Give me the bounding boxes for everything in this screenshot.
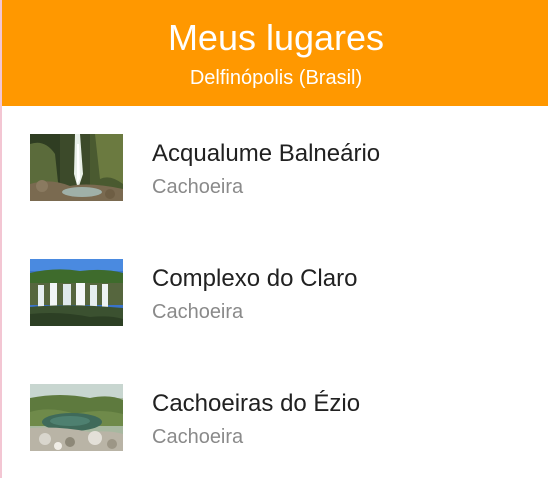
place-category: Cachoeira [152,301,244,323]
app-header: Meus lugares Delfinópolis (Brasil) [2,0,548,106]
page-title: Meus lugares [167,17,385,58]
location-subtitle: Delfinópolis (Brasil) [189,67,363,89]
app-screen: Meus lugares Delfinópolis (Brasil) Acqua… [0,0,548,478]
place-name: Cachoeiras do Ézio [152,390,361,417]
place-category: Cachoeira [152,426,244,448]
place-name: Complexo do Claro [152,265,358,292]
place-name: Acqualume Balneário [152,140,381,167]
list-item[interactable]: Acqualume Balneário Cachoeira [2,106,548,231]
waterfall-forest-photo [30,134,123,201]
place-category: Cachoeira [152,176,244,198]
list-item[interactable]: Cachoeiras do Ézio Cachoeira [2,356,548,478]
list-item[interactable]: Complexo do Claro Cachoeira [2,231,548,356]
places-list: Acqualume Balneário Cachoeira Complexo d… [2,106,548,478]
waterfall-wide-photo [30,259,123,326]
river-rocks-photo [30,384,123,451]
